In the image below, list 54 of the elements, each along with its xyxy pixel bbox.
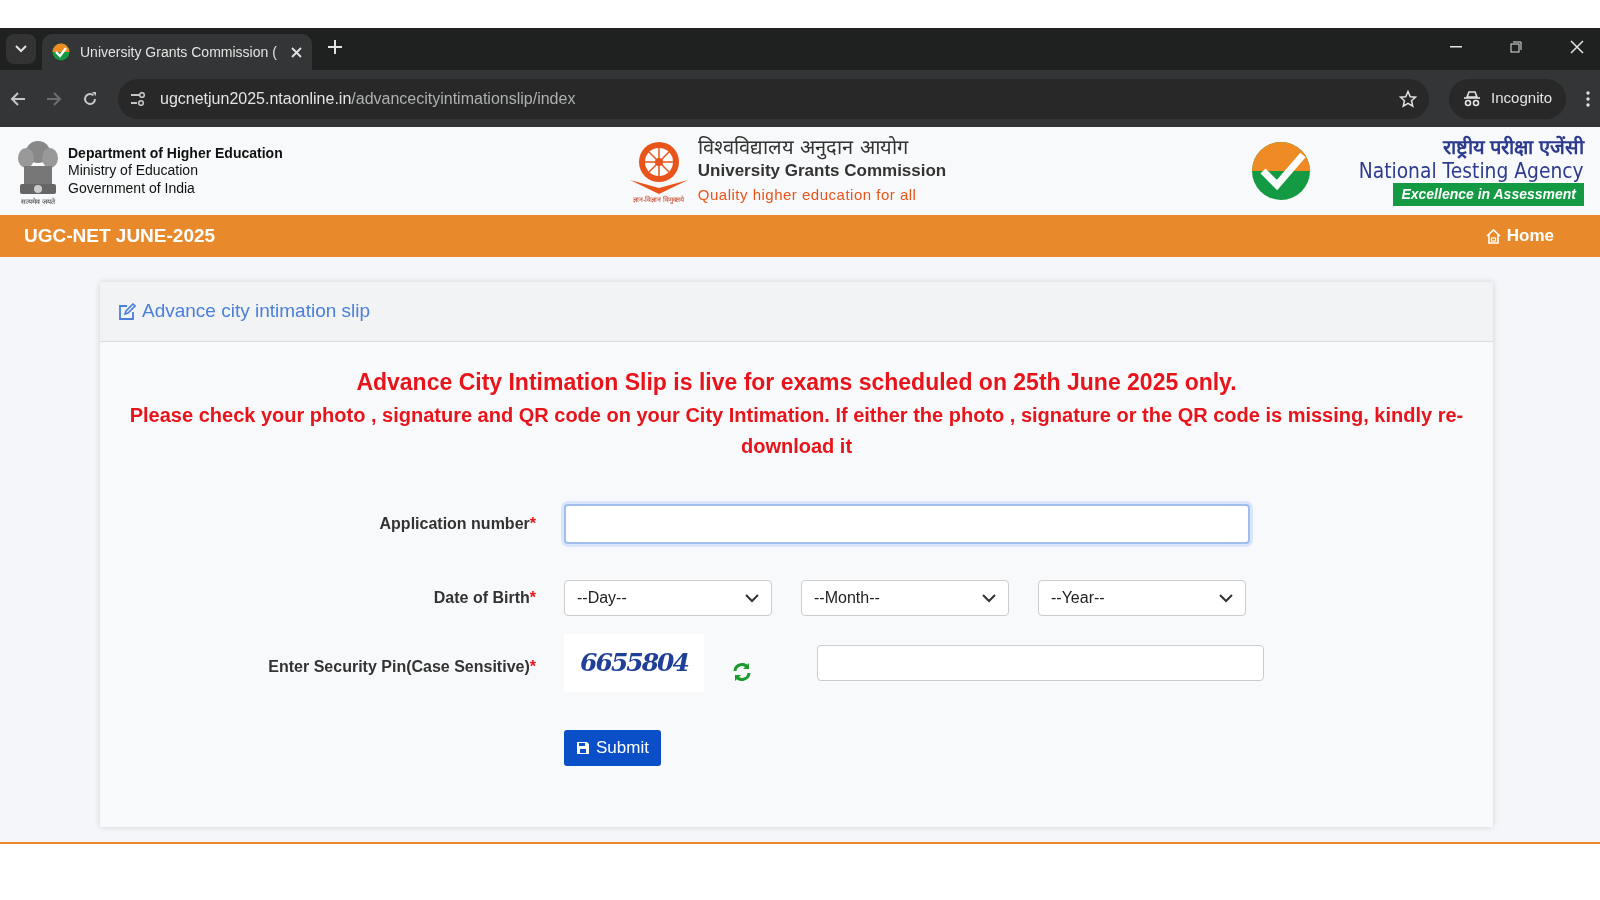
favicon-icon — [52, 43, 70, 61]
close-icon[interactable] — [1570, 40, 1584, 54]
chevron-down-icon — [15, 45, 27, 53]
required-mark: * — [529, 657, 536, 678]
url-path: /advancecityintimationslip/index — [351, 89, 576, 107]
required-mark: * — [529, 588, 536, 609]
tagline-banner: Excellence in Assessment — [1393, 183, 1584, 207]
site-settings-icon[interactable] — [130, 91, 146, 106]
field-label: Date of Birth — [433, 588, 530, 609]
address-bar[interactable]: ugcnetjun2025.ntaonline.in/advancecityintimationslip/index — [118, 78, 1430, 119]
dropdown[interactable]: --Month-- — [801, 580, 1009, 617]
close-icon[interactable] — [291, 46, 302, 58]
tagline: Quality higher education for all — [697, 184, 918, 205]
header-line: Ministry of Education — [68, 162, 199, 180]
dropdown[interactable]: --Day-- — [564, 580, 772, 617]
input-field[interactable] — [564, 504, 1250, 545]
incognito-icon — [1463, 90, 1482, 107]
header-line: Government of India — [68, 179, 196, 198]
back-icon[interactable] — [10, 90, 26, 107]
chevron-down-icon — [982, 593, 996, 603]
tab-title: University Grants Commission ( — [80, 42, 278, 62]
incognito-badge[interactable]: Incognito — [1449, 78, 1566, 119]
star-icon[interactable] — [1399, 89, 1418, 108]
restore-icon[interactable] — [1510, 41, 1522, 53]
browser-tab[interactable]: University Grants Commission ( — [42, 34, 312, 70]
check-logo-icon — [1251, 141, 1312, 201]
hindi-title: राष्ट्रीय परीक्षा एजेंसी — [1442, 135, 1584, 158]
refresh-icon[interactable] — [732, 661, 752, 682]
submit-button[interactable]: Submit — [564, 730, 661, 767]
captcha-field[interactable] — [817, 645, 1264, 682]
reload-icon[interactable] — [82, 90, 98, 107]
header-line: Department of Higher Education — [68, 144, 283, 163]
notice-text: Please check your photo , signature and QR code on your City Intimation. If either the photo , signature or the QR code is missing, kindly re-download it — [128, 403, 1465, 460]
field-label: Application number — [379, 514, 530, 535]
hindi-title: विश्वविद्यालय अनुदान आयोग — [697, 136, 910, 158]
chevron-down-icon — [1219, 593, 1233, 603]
home-icon — [1485, 228, 1501, 244]
card-title: Advance city intimation slip — [142, 299, 371, 324]
minimize-icon[interactable] — [1450, 46, 1462, 48]
organization-name: University Grants Commission — [697, 160, 947, 182]
chevron-down-icon — [745, 593, 759, 603]
exam-title: UGC-NET JUNE-2025 — [24, 223, 216, 248]
notice-text: Advance City Intimation Slip is live for exams scheduled on 25th June 2025 only. — [355, 368, 1238, 397]
field-label: Enter Security Pin(Case Sensitive) — [268, 657, 530, 678]
captcha-image: 6655804 — [564, 634, 704, 693]
new-tab-icon[interactable] — [328, 40, 342, 54]
tab-search-button[interactable] — [6, 34, 36, 64]
dropdown[interactable]: --Year-- — [1038, 580, 1246, 617]
edit-icon — [118, 302, 136, 321]
url-host: ugcnetjun2025.ntaonline.in — [160, 89, 352, 107]
menu-icon[interactable] — [1586, 90, 1590, 107]
forward-icon[interactable] — [46, 90, 62, 107]
save-icon — [576, 741, 590, 756]
required-mark: * — [529, 514, 536, 535]
